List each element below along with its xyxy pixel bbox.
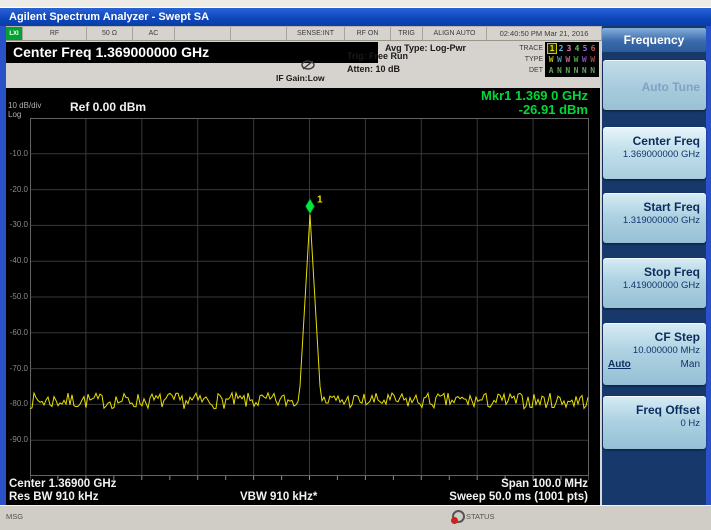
status-cell: [231, 27, 287, 40]
softkey-start-freq[interactable]: Start Freq1.319000000 GHz: [603, 193, 706, 243]
status-icon: [452, 510, 465, 523]
status-cell: SENSE:INT: [287, 27, 345, 40]
status-strip: LXIRF50 ΩAC SENSE:INTRF ONTRIGALIGN AUTO0…: [6, 26, 602, 41]
softkey-value: 10.000000 MHz: [608, 344, 700, 357]
softkey-auto-tune[interactable]: Auto Tune: [603, 60, 706, 110]
center-annotation: Center 1.36900 GHz: [9, 478, 116, 490]
y-axis-tick-label: -60.0: [6, 329, 28, 337]
toggle-option-auto[interactable]: Auto: [608, 359, 631, 370]
y-axis-tick-label: -40.0: [6, 257, 28, 265]
trace-type: W: [588, 54, 596, 65]
y-axis-tick-label: -30.0: [6, 221, 28, 229]
scale-type-label: Log: [8, 110, 21, 119]
window-border-right: [706, 26, 711, 506]
rbw-annotation: Res BW 910 kHz: [9, 491, 98, 503]
status-cell: AC: [133, 27, 175, 40]
menu-title: Frequency: [602, 28, 706, 52]
y-axis-tick-label: -90.0: [6, 436, 28, 444]
trace-legend-row: WWWWWW: [547, 54, 597, 65]
marker-diamond: [306, 199, 315, 214]
ref-level-label: Ref 0.00 dBm: [70, 100, 146, 114]
trace-detector: A: [547, 65, 555, 76]
trace-type: W: [555, 54, 563, 65]
softkey-label: CF Step: [608, 330, 700, 344]
softkey-toggle: Auto Man: [608, 359, 700, 370]
y-axis-tick-label: -50.0: [6, 293, 28, 301]
softkey-stop-freq[interactable]: Stop Freq1.419000000 GHz: [603, 258, 706, 308]
lxi-indicator: LXI: [6, 27, 23, 40]
spectrum-display: Mkr1 1.369 0 GHz -26.91 dBm 10 dB/div Lo…: [6, 88, 602, 505]
softkey-cf-step[interactable]: CF Step10.000000 MHz Auto Man: [603, 323, 706, 385]
status-cell: ALIGN AUTO: [423, 27, 487, 40]
softkey-label: Start Freq: [608, 200, 700, 214]
trace-number: 4: [573, 43, 581, 54]
sweep-annotation: Sweep 50.0 ms (1001 pts): [449, 491, 588, 503]
status-label[interactable]: STATUS: [466, 512, 494, 521]
marker-number: 1: [317, 194, 323, 205]
softkey-center-freq[interactable]: Center Freq1.369000000 GHz: [603, 127, 706, 179]
window-title: Agilent Spectrum Analyzer - Swept SA: [9, 11, 209, 23]
marker-amplitude: -26.91 dBm: [481, 103, 588, 117]
trace-type: W: [572, 54, 580, 65]
trace-legend: 123456WWWWWWANNNNN: [545, 42, 599, 77]
softkey-value: 0 Hz: [608, 417, 700, 430]
scale-label: 10 dB/div: [8, 101, 41, 110]
center-freq-readout: Center Freq 1.369000000 GHz: [6, 42, 378, 63]
softkey-menu: Frequency Auto Tune Center Freq1.36900000…: [602, 26, 706, 505]
y-axis-tick-label: -70.0: [6, 365, 28, 373]
toggle-option-man[interactable]: Man: [681, 359, 700, 370]
trace-detector: N: [564, 65, 572, 76]
softkey-value: 1.369000000 GHz: [608, 148, 700, 161]
softkey-label: Center Freq: [608, 134, 700, 148]
y-axis-tick-label: -10.0: [6, 150, 28, 158]
softkey-label: Auto Tune: [608, 67, 700, 107]
taskbar: MSG STATUS: [0, 505, 711, 530]
trace-number: 3: [565, 43, 573, 54]
app-window: Agilent Spectrum Analyzer - Swept SA LXI…: [0, 0, 711, 530]
trace-type: W: [547, 54, 555, 65]
softkey-label: Freq Offset: [608, 403, 700, 417]
trace-detector: N: [572, 65, 580, 76]
trace-number: 2: [557, 43, 565, 54]
trace-legend-row-label: TYPE: [497, 56, 543, 63]
status-cell: RF ON: [345, 27, 391, 40]
softkey-freq-offset[interactable]: Freq Offset0 Hz: [603, 396, 706, 449]
softkey-value: 1.419000000 GHz: [608, 279, 700, 292]
spectrum-trace-svg: 1: [30, 118, 589, 482]
trace-type: W: [580, 54, 588, 65]
msg-label[interactable]: MSG: [6, 512, 23, 521]
trace-number: 6: [589, 43, 597, 54]
avg-type-label: Avg Type: Log-Pwr: [385, 43, 466, 53]
vbw-annotation: VBW 910 kHz*: [240, 491, 317, 503]
trace-legend-row: 123456: [547, 43, 597, 54]
graticule-plot: 1: [30, 118, 589, 482]
span-annotation: Span 100.0 MHz: [501, 478, 588, 490]
trace-legend-row-label: DET: [497, 67, 543, 74]
trace-number: 5: [581, 43, 589, 54]
y-axis-tick-label: -80.0: [6, 400, 28, 408]
window-top-strip: [0, 0, 711, 8]
status-cell: [175, 27, 231, 40]
trace-type: W: [564, 54, 572, 65]
status-cell: TRIG: [391, 27, 423, 40]
trace-detector: N: [580, 65, 588, 76]
marker-freq: Mkr1 1.369 0 GHz: [481, 89, 588, 103]
trace-legend-row-label: TRACE: [497, 45, 543, 52]
audio-mute-icon: [300, 60, 316, 70]
marker-readout: Mkr1 1.369 0 GHz -26.91 dBm: [481, 89, 588, 117]
softkey-label: Stop Freq: [608, 265, 700, 279]
center-freq-readout-text: Center Freq 1.369000000 GHz: [13, 44, 209, 60]
status-cell: RF: [23, 27, 87, 40]
status-cell: 02:40:50 PM Mar 21, 2016: [487, 27, 602, 40]
trace-number: 1: [547, 43, 557, 54]
window-title-bar[interactable]: Agilent Spectrum Analyzer - Swept SA: [0, 8, 711, 26]
trace-legend-row: ANNNNN: [547, 65, 597, 76]
trace-detector: N: [555, 65, 563, 76]
if-gain-label: IF Gain:Low: [276, 73, 325, 83]
y-axis-tick-label: -20.0: [6, 186, 28, 194]
trace-detector: N: [588, 65, 596, 76]
status-cell: 50 Ω: [87, 27, 133, 40]
atten-label: Atten: 10 dB: [347, 64, 400, 74]
softkey-value: 1.319000000 GHz: [608, 214, 700, 227]
